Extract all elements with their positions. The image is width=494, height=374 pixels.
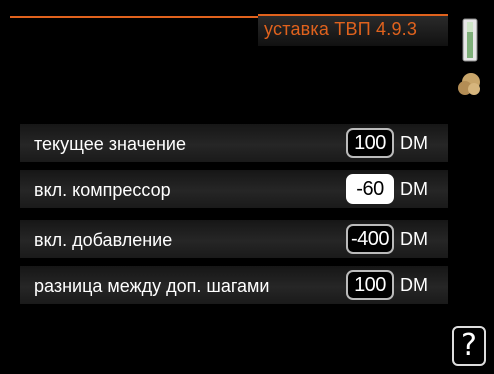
value-field-selected[interactable]: -60 <box>346 174 394 204</box>
value-field[interactable]: 100 <box>346 128 394 158</box>
unit-label: DM <box>400 229 428 249</box>
page-title: уставка ТВП 4.9.3 <box>264 19 418 39</box>
value-field[interactable]: -400 <box>346 224 394 254</box>
row-label: вкл. добавление <box>34 230 173 250</box>
row-label: текущее значение <box>34 134 186 154</box>
row-current-value[interactable]: текущее значение 100 DM <box>20 124 448 162</box>
thermometer-icon <box>462 18 478 62</box>
help-button[interactable]: ? <box>452 326 486 366</box>
value-field[interactable]: 100 <box>346 270 394 300</box>
row-label: вкл. компрессор <box>34 180 171 200</box>
header-accent-line <box>10 16 260 18</box>
unit-label: DM <box>400 275 428 295</box>
row-compressor-start[interactable]: вкл. компрессор -60 DM <box>20 170 448 208</box>
comfort-mode-icon <box>458 73 480 95</box>
display-screen: уставка ТВП 4.9.3 текущее значение 100 D… <box>0 0 494 374</box>
unit-label: DM <box>400 133 428 153</box>
row-step-difference[interactable]: разница между доп. шагами 100 DM <box>20 266 448 304</box>
row-addition-start[interactable]: вкл. добавление -400 DM <box>20 220 448 258</box>
unit-label: DM <box>400 179 428 199</box>
row-label: разница между доп. шагами <box>34 276 270 296</box>
